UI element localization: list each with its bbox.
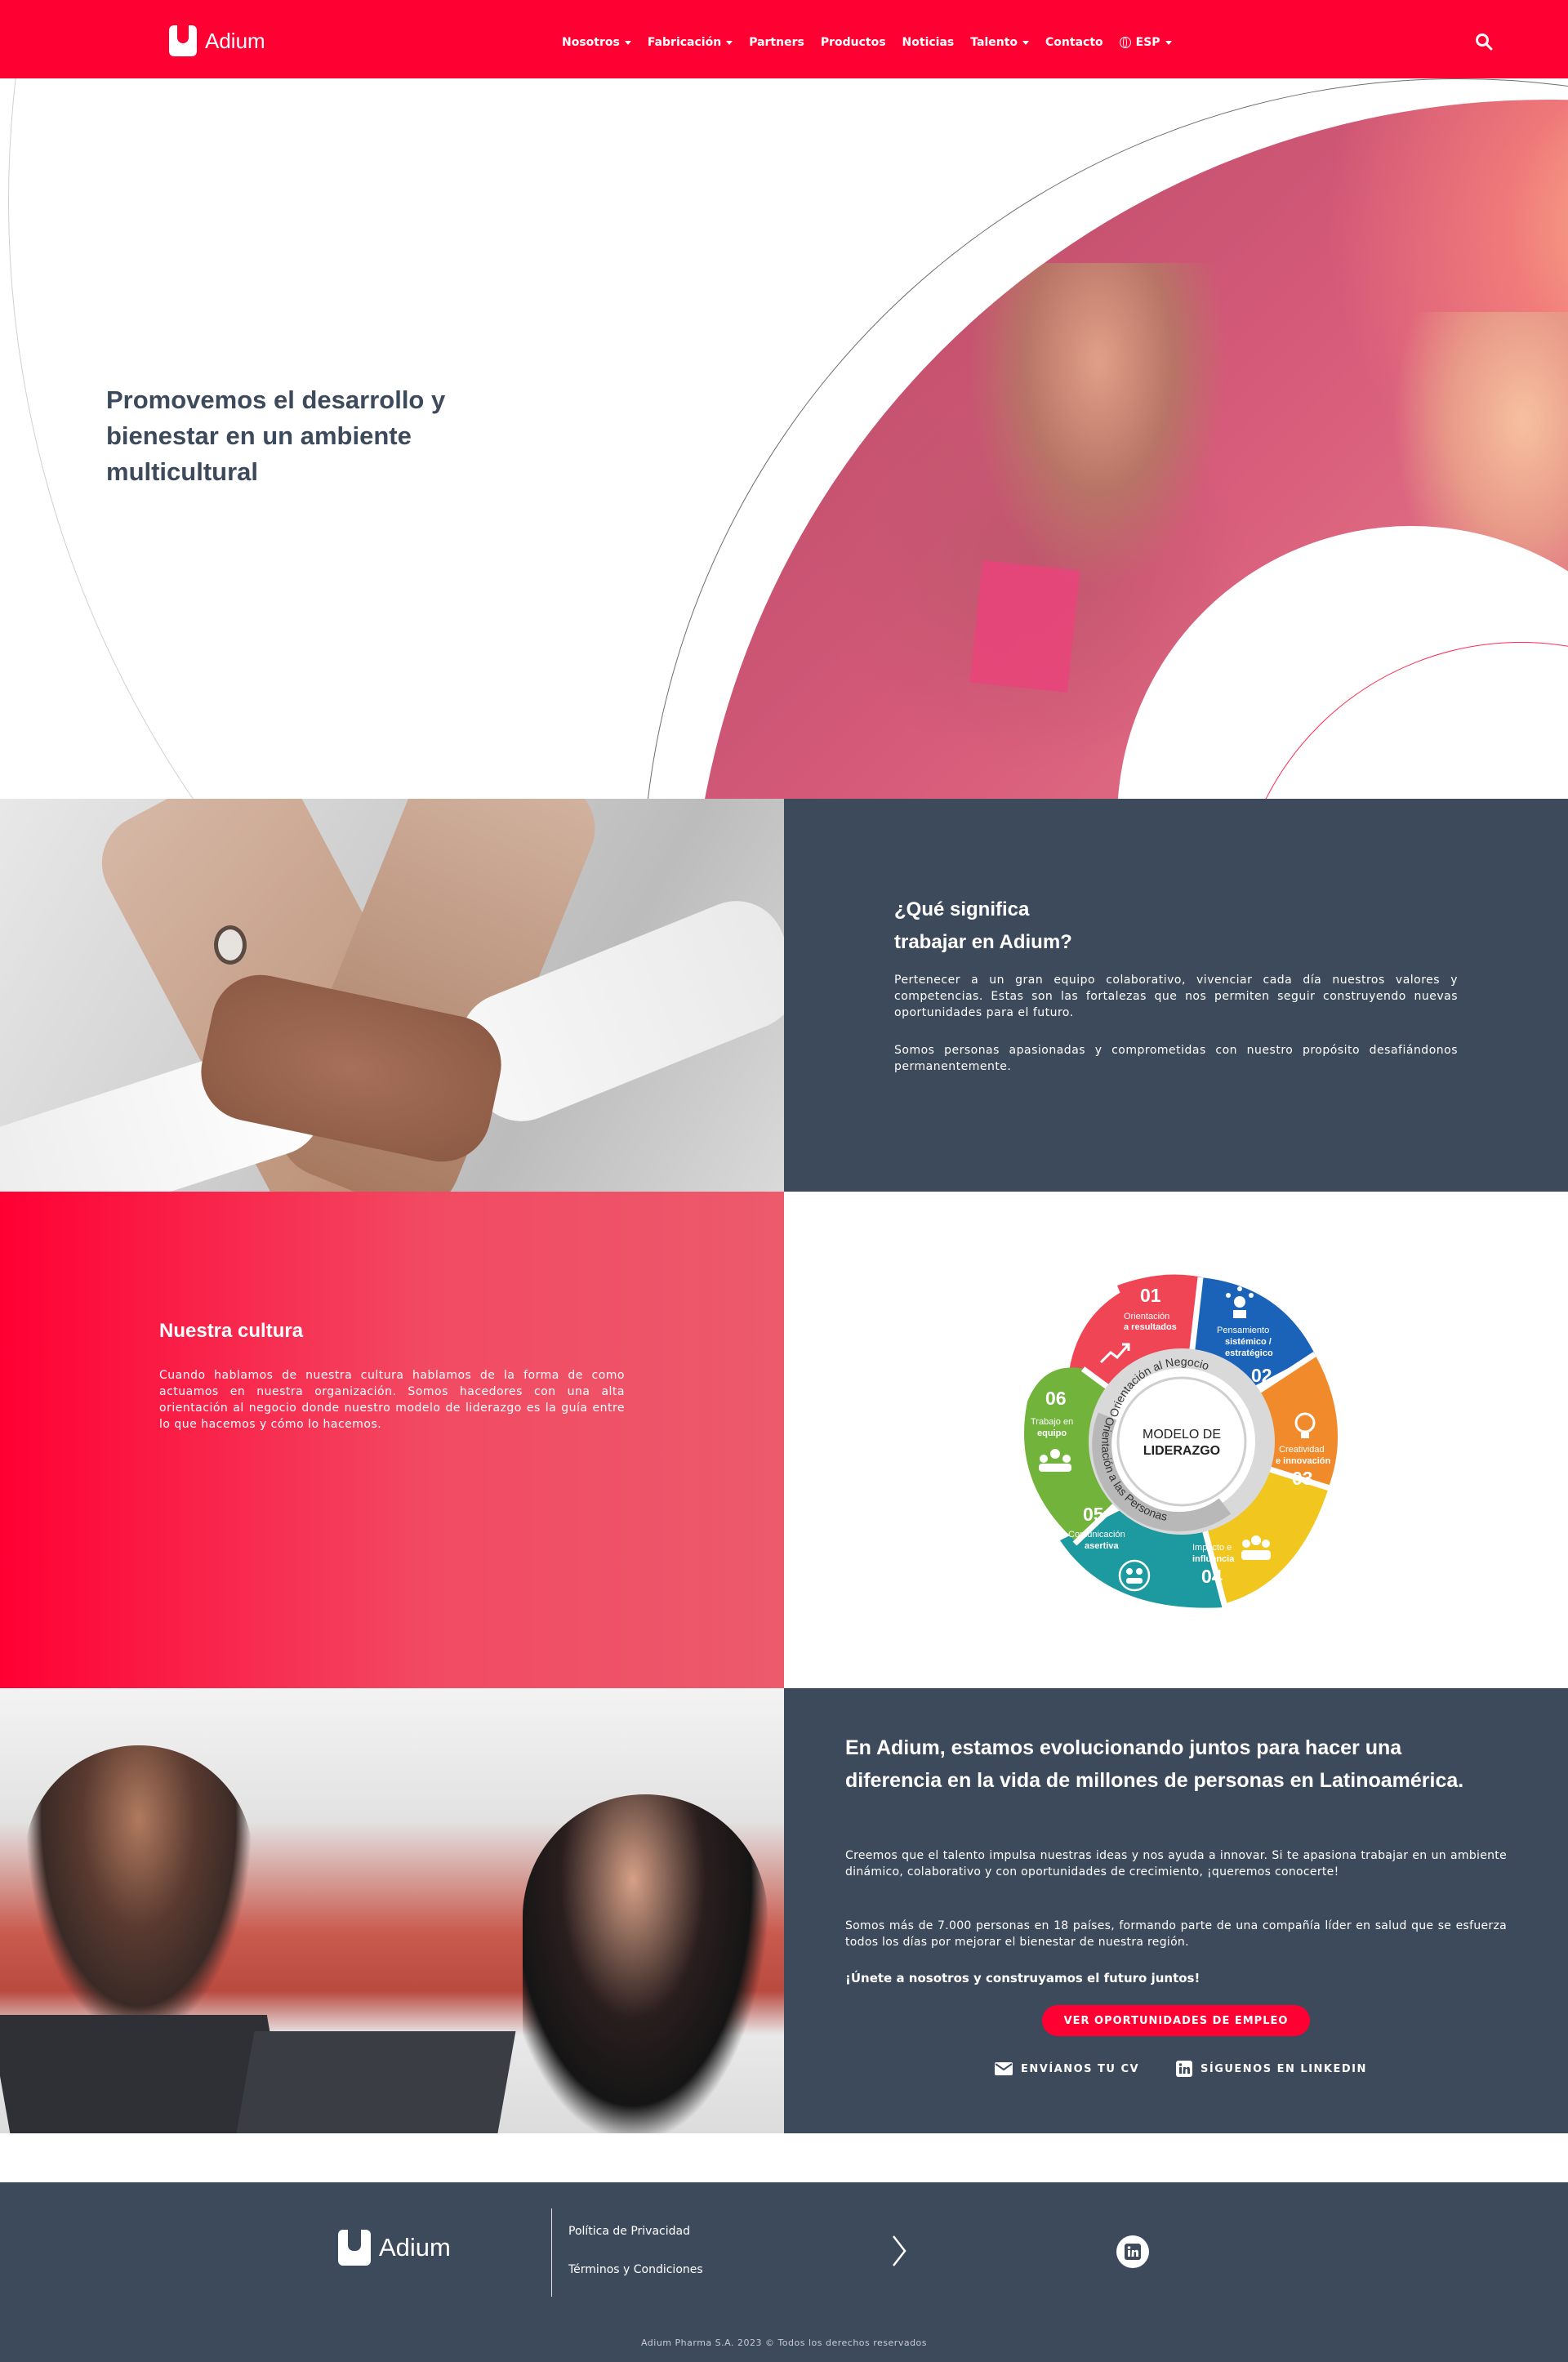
view-job-opportunities-button[interactable]: VER OPORTUNIDADES DE EMPLEO — [1042, 2005, 1310, 2036]
segment-label: estratégico — [1225, 1348, 1273, 1358]
hero-section: Promovemos el desarrollo y bienestar en … — [0, 78, 1568, 799]
leadership-model-diagram: Orientación al Negocio Orientación a las… — [1024, 1274, 1339, 1608]
photo-sticky-note — [969, 560, 1080, 693]
caret-down-icon — [1165, 40, 1172, 45]
nav-item-productos[interactable]: Productos — [821, 36, 886, 49]
team-high-five-photo — [0, 1688, 784, 2133]
title-line: trabajar en Adium? — [894, 931, 1072, 953]
segment-number: 06 — [1045, 1388, 1067, 1409]
main-nav: Nosotros Fabricación Partners Productos … — [562, 29, 1172, 56]
privacy-policy-link[interactable]: Política de Privacidad — [568, 2225, 690, 2238]
footer-linkedin-button[interactable] — [1116, 2235, 1149, 2268]
adium-logo-mark-icon — [169, 25, 197, 56]
linkedin-icon — [1125, 2244, 1141, 2260]
nav-label: Partners — [749, 36, 804, 49]
work-at-adium-paragraph-1: Pertenecer a un gran equipo colaborativo… — [894, 974, 1458, 1019]
hero-title: Promovemos el desarrollo y bienestar en … — [106, 385, 446, 486]
adium-logo-mark-icon — [338, 2230, 371, 2266]
footer-adium-logo[interactable]: Adium — [338, 2230, 451, 2266]
nav-label: Fabricación — [647, 36, 722, 49]
follow-linkedin-label: SÍGUENOS EN LINKEDIN — [1200, 2062, 1367, 2075]
work-at-adium-title: ¿Qué significa trabajar en Adium? — [894, 894, 1072, 959]
segment-label: Trabajo en — [1031, 1417, 1073, 1427]
segment-label: Orientación — [1124, 1312, 1169, 1321]
photo-person — [968, 263, 1229, 590]
language-selector[interactable]: ESP — [1119, 36, 1172, 49]
model-center-line2: LIDERAZGO — [1143, 1444, 1220, 1458]
segment-number: 05 — [1083, 1504, 1104, 1525]
follow-linkedin-link[interactable]: SÍGUENOS EN LINKEDIN — [1176, 2058, 1367, 2079]
envelope-icon — [995, 2062, 1013, 2075]
segment-number: 01 — [1140, 1285, 1161, 1306]
nav-label: Noticias — [902, 36, 955, 49]
caret-down-icon — [1022, 40, 1030, 45]
segment-label: Creatividad — [1279, 1445, 1325, 1455]
culture-panel — [0, 1192, 784, 1688]
segment-label: equipo — [1037, 1428, 1067, 1438]
send-cv-link[interactable]: ENVÍANOS TU CV — [995, 2058, 1139, 2079]
nav-item-fabricacion[interactable]: Fabricación — [648, 36, 733, 49]
language-label: ESP — [1135, 36, 1160, 49]
nav-item-contacto[interactable]: Contacto — [1045, 36, 1103, 49]
segment-number: 03 — [1292, 1468, 1313, 1489]
segment-label: Comunicación — [1068, 1530, 1125, 1540]
work-at-adium-paragraph-2: Somos personas apasionadas y comprometid… — [894, 1044, 1458, 1073]
nav-label: Talento — [970, 36, 1018, 49]
segment-label: Pensamiento — [1217, 1326, 1269, 1335]
adium-logo[interactable]: Adium — [169, 25, 265, 56]
footer-brand-name: Adium — [379, 2233, 451, 2262]
caret-down-icon — [624, 40, 631, 45]
send-cv-label: ENVÍANOS TU CV — [1021, 2062, 1140, 2075]
segment-label: influencia — [1192, 1554, 1235, 1564]
evolve-paragraph-1: Creemos que el talento impulsa nuestras … — [845, 1849, 1507, 1878]
nav-label: Productos — [820, 36, 886, 49]
title-line: ¿Qué significa — [894, 898, 1030, 920]
evolve-cta-text: ¡Únete a nosotros y construyamos el futu… — [845, 1971, 1200, 1985]
evolve-paragraph-2: Somos más de 7.000 personas en 18 países… — [845, 1919, 1507, 1949]
nav-item-noticias[interactable]: Noticias — [902, 36, 955, 49]
nav-item-nosotros[interactable]: Nosotros — [562, 36, 631, 49]
nav-item-partners[interactable]: Partners — [749, 36, 804, 49]
segment-number: 04 — [1201, 1566, 1223, 1587]
site-header: Adium Nosotros Fabricación Partners Prod… — [0, 0, 1568, 78]
chevron-right-icon[interactable] — [890, 2233, 908, 2269]
segment-label: asertiva — [1085, 1541, 1119, 1551]
segment-label: Impacto e — [1192, 1543, 1232, 1553]
footer-divider — [551, 2208, 552, 2297]
evolve-title: En Adium, estamos evolucionando juntos p… — [845, 1736, 1464, 1792]
segment-label: e innovación — [1276, 1456, 1331, 1466]
nav-item-talento[interactable]: Talento — [970, 36, 1030, 49]
nav-label: Nosotros — [562, 36, 620, 49]
segment-label: sistémico / — [1225, 1337, 1272, 1347]
globe-icon — [1119, 36, 1131, 48]
culture-paragraph: Cuando hablamos de nuestra cultura habla… — [159, 1369, 625, 1431]
segment-label: a resultados — [1124, 1322, 1177, 1332]
model-center-line1: MODELO DE — [1143, 1428, 1221, 1442]
linkedin-icon — [1176, 2061, 1192, 2077]
copyright-text: Adium Pharma S.A. 2023 © Todos los derec… — [640, 2337, 928, 2348]
brand-name: Adium — [205, 28, 265, 53]
culture-title: Nuestra cultura — [159, 1320, 304, 1342]
nav-label: Contacto — [1045, 36, 1103, 49]
hands-together-photo — [0, 799, 784, 1192]
segment-number: 02 — [1251, 1365, 1272, 1386]
search-icon[interactable] — [1475, 33, 1493, 51]
site-footer — [0, 2182, 1568, 2362]
caret-down-icon — [726, 40, 733, 45]
terms-conditions-link[interactable]: Términos y Condiciones — [568, 2263, 703, 2276]
